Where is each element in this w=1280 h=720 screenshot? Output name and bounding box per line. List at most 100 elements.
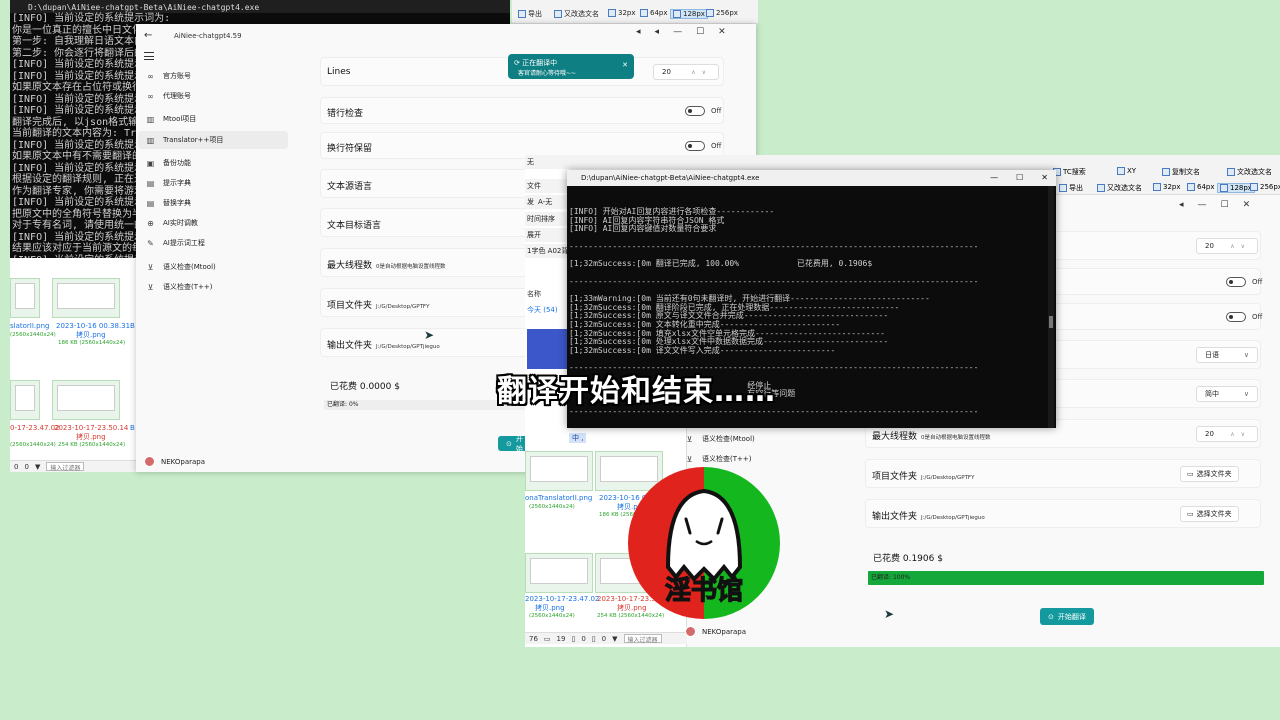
lines-spinbox[interactable]: 20 ∧∨	[653, 64, 719, 80]
sound-icon[interactable]: ◂	[1179, 200, 1184, 210]
lines-spinbox[interactable]: 20 ∧∨	[1196, 238, 1258, 254]
nav-proxy-account[interactable]: ∞ 代理账号	[138, 87, 288, 105]
link-icon: ∞	[147, 91, 154, 101]
status-count: 0	[14, 462, 19, 471]
close-icon[interactable]: ✕	[718, 27, 726, 37]
export-icon	[1059, 184, 1067, 192]
scrollbar[interactable]	[1048, 186, 1054, 428]
newline-check-toggle[interactable]	[1226, 277, 1246, 287]
nav-official-account[interactable]: ∞ 官方账号	[138, 67, 288, 85]
nav-check-tpp[interactable]: ⊻ 语义检查(T++)	[138, 278, 288, 296]
close-icon[interactable]: ✕	[1243, 200, 1251, 210]
rename-icon	[1097, 184, 1105, 192]
filter-input[interactable]: 输入过滤器	[46, 462, 85, 472]
newline-check-toggle[interactable]	[685, 106, 705, 116]
file-name-line2: 拷贝.png	[76, 331, 106, 339]
spin-arrows-icon[interactable]: ∧∨	[1230, 431, 1251, 438]
filter-input[interactable]: 输入过滤器	[623, 634, 662, 644]
setting-output-folder: 输出文件夹 J:/G/Desktop/GPTjieguo ▭ 选择文件夹	[865, 499, 1261, 528]
pin-icon[interactable]: ◂	[636, 27, 641, 37]
file-thumbnail[interactable]	[10, 278, 40, 318]
toolbar-item[interactable]: TC搜索	[1053, 167, 1086, 177]
nav-check-mtool[interactable]: ⊻ 语义检查(Mtool)	[138, 258, 288, 276]
minimize-icon[interactable]: —	[1198, 200, 1207, 210]
file-icon: ▯	[571, 634, 576, 643]
toolbar-item[interactable]: 256px	[1250, 183, 1280, 191]
back-arrow-icon[interactable]: ←	[144, 30, 152, 41]
file-name: 0-17-23.47.02	[10, 424, 60, 432]
toolbar-item[interactable]: 文改选文名	[1227, 167, 1272, 177]
file-thumbnail[interactable]	[52, 278, 120, 318]
start-translate-button[interactable]: ⊙ 开始翻译	[1040, 608, 1094, 625]
file-size: (2560x1440x24)	[10, 442, 56, 448]
user-profile[interactable]: NEKOparapa	[144, 456, 205, 467]
toolbar-item[interactable]: 又改选文名	[1097, 183, 1142, 193]
toolbar-item[interactable]: XY	[1117, 167, 1136, 175]
nav-ai-prompt[interactable]: ✎ AI提示词工程	[138, 234, 288, 252]
explorer-statusbar: 0 0 ▼ 输入过滤器	[10, 460, 138, 472]
rename-icon	[554, 10, 562, 18]
toolbar-item[interactable]: 64px	[640, 9, 668, 17]
spin-arrows-icon[interactable]: ∧∨	[691, 69, 712, 76]
toolbar-item[interactable]: 导出	[518, 9, 542, 19]
toolbar-item-selected[interactable]: 128px	[670, 9, 708, 19]
close-icon[interactable]: ✕	[1041, 173, 1048, 182]
maximize-icon[interactable]: ☐	[1016, 173, 1023, 182]
toolbar-item[interactable]: 文件	[527, 181, 541, 191]
menu-icon[interactable]	[144, 52, 154, 60]
nav-backup[interactable]: ▣ 备份功能	[138, 154, 288, 172]
maximize-icon[interactable]: ☐	[1221, 200, 1229, 210]
image-thumbnail[interactable]	[527, 329, 567, 369]
toolbar-item[interactable]: 无	[527, 157, 534, 167]
minimize-icon[interactable]: —	[990, 173, 998, 182]
video-caption: 翻译开始和结束……	[497, 374, 776, 409]
keep-newline-toggle[interactable]	[685, 141, 705, 151]
nav-check-mtool[interactable]: ⊻ 语义检查(Mtool)	[677, 430, 827, 448]
close-icon[interactable]: ✕	[622, 61, 628, 69]
choose-project-folder-button[interactable]: ▭ 选择文件夹	[1180, 466, 1239, 482]
toolbar-item[interactable]: A-无	[538, 197, 552, 207]
folder-icon: ▭	[1187, 510, 1194, 518]
spin-arrows-icon[interactable]: ∧∨	[1230, 243, 1251, 250]
expand-button[interactable]: 展开	[527, 230, 541, 240]
toolbar-item[interactable]: 导出	[1059, 183, 1083, 193]
toolbar-item[interactable]: 发	[527, 197, 534, 207]
toolbar-item[interactable]: 256px	[706, 9, 738, 17]
size-icon	[706, 9, 714, 17]
toolbar-item[interactable]: 又改选文名	[554, 9, 599, 19]
toolbar-item[interactable]: 64px	[1187, 183, 1215, 191]
toolbar-item[interactable]: 复制文名	[1162, 167, 1200, 177]
nav-prompt-dict[interactable]: ▤ 提示字典	[138, 174, 288, 192]
user-profile[interactable]: NEKOparapa	[685, 626, 746, 637]
nav-mtool-project[interactable]: ▥ Mtool项目	[138, 110, 288, 128]
choose-output-folder-button[interactable]: ▭ 选择文件夹	[1180, 506, 1239, 522]
window-controls: ◂ ◂ — ☐ ✕	[636, 27, 726, 37]
target-lang-select[interactable]: 简中 ∨	[1196, 386, 1258, 402]
console-line: [1;32mSuccess:[0m 翻译已完成, 100.00% 已花费用, 0…	[569, 259, 873, 269]
file-name: slatorII.png	[10, 322, 50, 330]
toolbar-item[interactable]: 32px	[608, 9, 636, 17]
mouse-cursor-icon: ➤	[884, 607, 895, 621]
keep-newline-toggle[interactable]	[1226, 312, 1246, 322]
nav-check-tpp[interactable]: ⊻ 语义检查(T++)	[677, 450, 827, 468]
explorer-statusbar: 76 ▭ 19 ▯ 0 ▯ 0 ▼ 输入过滤器	[525, 632, 687, 644]
cart-icon: ⊻	[147, 282, 154, 292]
toolbar-item[interactable]: 32px	[1153, 183, 1181, 191]
nav-ai-tuning[interactable]: ⊕ AI实时调教	[138, 214, 288, 232]
source-lang-select[interactable]: 日语 ∨	[1196, 347, 1258, 363]
minimize-icon[interactable]: —	[673, 27, 682, 37]
file-thumbnail[interactable]	[525, 553, 593, 593]
file-thumbnail[interactable]	[10, 380, 40, 420]
nav-translator-project[interactable]: ▥ Translator++项目	[138, 131, 288, 149]
sound-icon[interactable]: ◂	[655, 27, 660, 37]
nav-replace-dict[interactable]: ▤ 替换字典	[138, 194, 288, 212]
sort-by-time[interactable]: 时间排序	[527, 214, 555, 224]
file-name: onaTranslatorII.png	[525, 494, 593, 502]
file-icon: ▯	[591, 634, 596, 643]
file-explorer-left: slatorII.png (2560x1440x24) 2023-10-16 0…	[10, 258, 138, 472]
file-thumbnail[interactable]	[52, 380, 120, 420]
file-thumbnail[interactable]	[525, 451, 593, 491]
maximize-icon[interactable]: ☐	[696, 27, 704, 37]
threads-spinbox[interactable]: 20 ∧∨	[1196, 426, 1258, 442]
setting-target-lang: 文本目标语言	[320, 208, 530, 237]
